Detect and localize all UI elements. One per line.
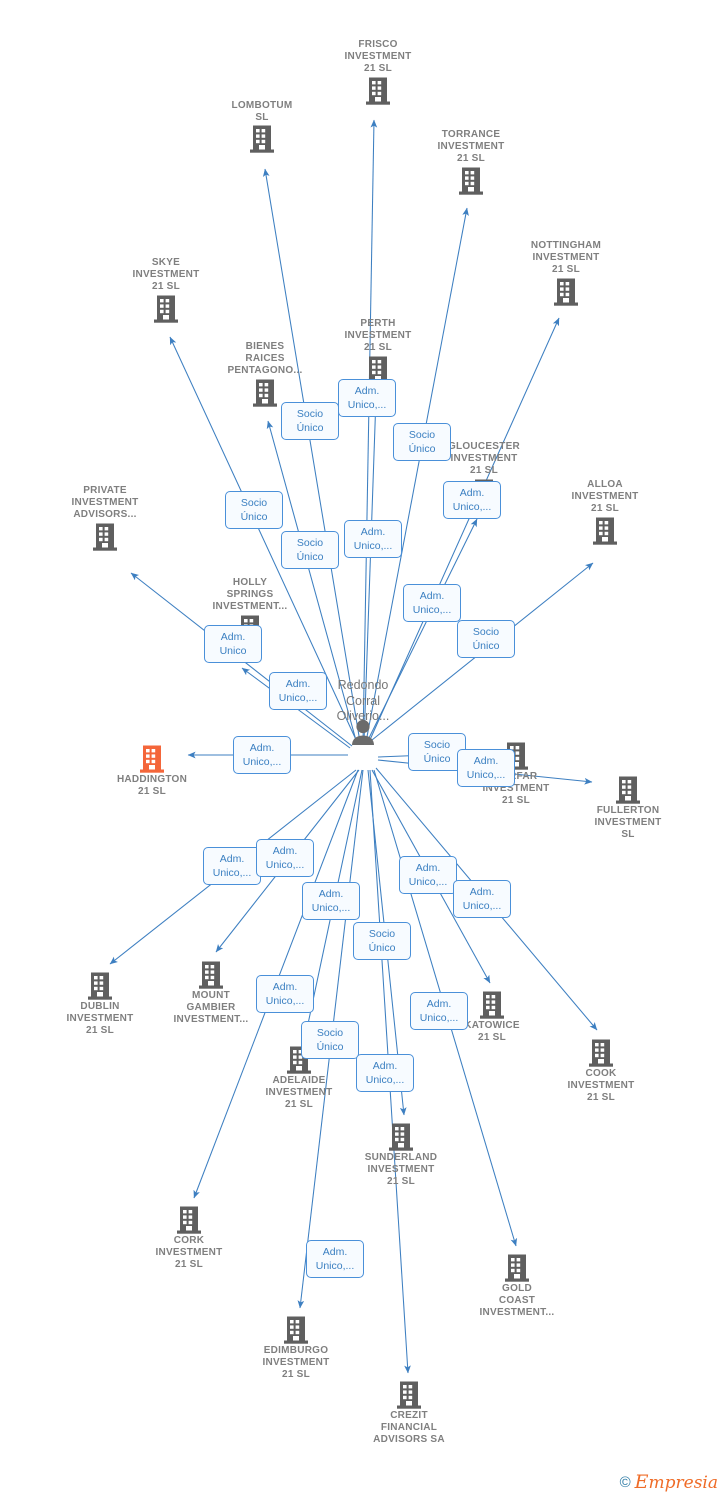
node-label-crezit: CREZIT FINANCIAL ADVISORS SA	[373, 1410, 445, 1446]
node-dublin[interactable]: DUBLIN INVESTMENT 21 SL	[40, 971, 160, 1039]
relation-chip-c04[interactable]: Adm. Unico,...	[443, 481, 501, 519]
relation-chip-c05[interactable]: Socio Único	[225, 491, 283, 529]
node-edimburgo[interactable]: EDIMBURGO INVESTMENT 21 SL	[236, 1315, 356, 1383]
building-icon	[140, 745, 164, 773]
node-label-haddington: HADDINGTON 21 SL	[116, 774, 188, 798]
node-label-nottingham: NOTTINGHAM INVESTMENT 21 SL	[530, 240, 602, 276]
relation-chip-c25[interactable]: Adm. Unico,...	[306, 1240, 364, 1278]
node-skye[interactable]: SKYE INVESTMENT 21 SL	[106, 256, 226, 324]
building-icon	[589, 1039, 613, 1067]
building-icon	[459, 167, 483, 195]
relation-chip-c16[interactable]: Adm. Unico,...	[256, 839, 314, 877]
node-torrance[interactable]: TORRANCE INVESTMENT 21 SL	[411, 128, 531, 196]
building-icon	[554, 278, 578, 306]
building-icon	[505, 1254, 529, 1282]
node-label-frisco: FRISCO INVESTMENT 21 SL	[344, 39, 412, 75]
edge-center-to-lombotum	[262, 168, 361, 743]
node-label-lombotum: LOMBOTUM SL	[231, 100, 293, 124]
relation-chip-c09[interactable]: Socio Único	[457, 620, 515, 658]
relation-chip-c20[interactable]: Socio Único	[353, 922, 411, 960]
edge-center-to-frisco	[362, 119, 378, 743]
relation-chip-c02[interactable]: Socio Único	[281, 402, 339, 440]
building-icon	[253, 379, 277, 407]
building-icon	[397, 1381, 421, 1409]
node-cork[interactable]: CORK INVESTMENT 21 SL	[129, 1205, 249, 1273]
node-goldcoast[interactable]: GOLD COAST INVESTMENT...	[457, 1253, 577, 1321]
building-icon	[616, 776, 640, 804]
node-sunderland[interactable]: SUNDERLAND INVESTMENT 21 SL	[341, 1122, 461, 1190]
node-label-dublin: DUBLIN INVESTMENT 21 SL	[66, 1001, 134, 1037]
node-nottingham[interactable]: NOTTINGHAM INVESTMENT 21 SL	[506, 239, 626, 307]
node-lombotum[interactable]: LOMBOTUM SL	[202, 99, 322, 154]
building-icon	[389, 1123, 413, 1151]
node-frisco[interactable]: FRISCO INVESTMENT 21 SL	[318, 38, 438, 106]
relation-chip-c14[interactable]: Adm. Unico,...	[457, 749, 515, 787]
building-icon	[154, 295, 178, 323]
node-label-perth: PERTH INVESTMENT 21 SL	[344, 318, 412, 354]
node-alloa[interactable]: ALLOA INVESTMENT 21 SL	[545, 478, 665, 546]
node-fullerton[interactable]: FULLERTON INVESTMENT SL	[568, 775, 688, 843]
node-label-private: PRIVATE INVESTMENT ADVISORS...	[71, 485, 139, 521]
node-label-skye: SKYE INVESTMENT 21 SL	[132, 257, 200, 293]
relation-chip-c18[interactable]: Adm. Unico,...	[302, 882, 360, 920]
node-label-alloa: ALLOA INVESTMENT 21 SL	[571, 479, 639, 515]
empresia-brand-label: Empresia	[634, 1471, 718, 1493]
relation-chip-c07[interactable]: Socio Único	[281, 531, 339, 569]
node-crezit[interactable]: CREZIT FINANCIAL ADVISORS SA	[349, 1380, 469, 1448]
relation-chip-c10[interactable]: Adm. Unico	[204, 625, 262, 663]
building-icon	[93, 523, 117, 551]
node-label-torrance: TORRANCE INVESTMENT 21 SL	[437, 129, 505, 165]
node-label-mount: MOUNT GAMBIER INVESTMENT...	[173, 990, 249, 1026]
node-label-bienes: BIENES RAICES PENTAGONO...	[227, 341, 303, 377]
building-icon	[593, 517, 617, 545]
relation-chip-c21[interactable]: Adm. Unico,...	[256, 975, 314, 1013]
relation-chip-c19[interactable]: Adm. Unico,...	[453, 880, 511, 918]
node-bienes[interactable]: BIENES RAICES PENTAGONO...	[205, 340, 325, 408]
node-haddington[interactable]: HADDINGTON 21 SL	[92, 744, 212, 799]
node-label-cork: CORK INVESTMENT 21 SL	[155, 1235, 223, 1271]
building-icon	[250, 125, 274, 154]
node-label-fullerton: FULLERTON INVESTMENT SL	[594, 805, 662, 841]
relation-chip-c22[interactable]: Adm. Unico,...	[410, 992, 468, 1030]
building-icon	[480, 991, 504, 1019]
node-mount[interactable]: MOUNT GAMBIER INVESTMENT...	[151, 960, 271, 1028]
relation-chip-c01[interactable]: Adm. Unico,...	[338, 379, 396, 417]
node-label-sunderland: SUNDERLAND INVESTMENT 21 SL	[364, 1152, 438, 1188]
relation-chip-c06[interactable]: Adm. Unico,...	[344, 520, 402, 558]
node-label-holly: HOLLY SPRINGS INVESTMENT...	[212, 577, 288, 613]
node-cook[interactable]: COOK INVESTMENT 21 SL	[541, 1038, 661, 1106]
watermark-footer: © Empresia	[620, 1473, 718, 1492]
node-label-adelaide: ADELAIDE INVESTMENT 21 SL	[265, 1075, 333, 1111]
center-person-label: Redondo Corral Oliverio...	[336, 678, 390, 723]
building-icon	[199, 961, 223, 989]
relation-chip-c15[interactable]: Adm. Unico,...	[203, 847, 261, 885]
relation-chip-c08[interactable]: Adm. Unico,...	[403, 584, 461, 622]
building-icon	[366, 77, 390, 105]
relation-chip-c17[interactable]: Adm. Unico,...	[399, 856, 457, 894]
building-icon	[88, 972, 112, 1000]
relation-chip-c24[interactable]: Adm. Unico,...	[356, 1054, 414, 1092]
ownership-network-diagram: FRISCO INVESTMENT 21 SL LOMBOTUM SL TORRAN…	[0, 0, 728, 1500]
relation-chip-c03[interactable]: Socio Único	[393, 423, 451, 461]
relation-chip-c13[interactable]: Adm. Unico,...	[233, 736, 291, 774]
node-label-cook: COOK INVESTMENT 21 SL	[567, 1068, 635, 1104]
node-perth[interactable]: PERTH INVESTMENT 21 SL	[318, 317, 438, 385]
node-label-goldcoast: GOLD COAST INVESTMENT...	[479, 1283, 555, 1319]
node-private[interactable]: PRIVATE INVESTMENT ADVISORS...	[45, 484, 165, 552]
relation-chip-c23[interactable]: Socio Único	[301, 1021, 359, 1059]
node-label-edimburgo: EDIMBURGO INVESTMENT 21 SL	[262, 1345, 330, 1381]
building-icon	[284, 1316, 308, 1344]
building-icon	[177, 1206, 201, 1234]
copyright-icon: ©	[619, 1474, 631, 1491]
